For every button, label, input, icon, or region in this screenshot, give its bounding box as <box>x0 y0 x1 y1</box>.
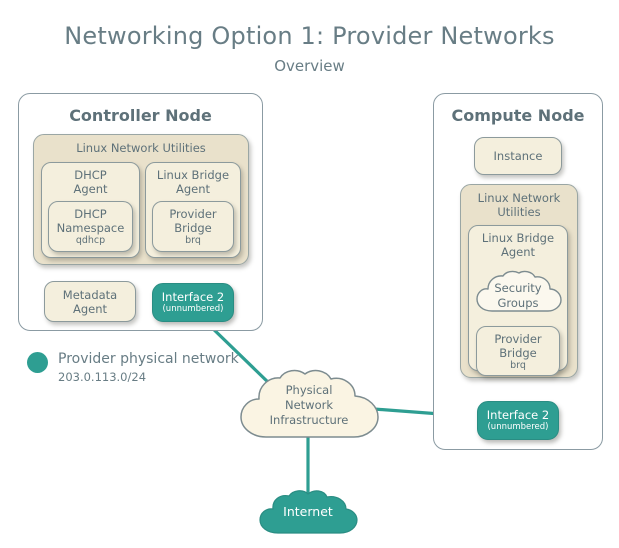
controller-node-title: Controller Node <box>69 106 212 125</box>
legend-network-cidr: 203.0.113.0/24 <box>58 370 147 384</box>
compute-node-title: Compute Node <box>451 106 585 125</box>
dhcp-namespace-sub: qdhcp <box>75 235 106 246</box>
compute-utilities-line1: Linux Network <box>477 191 561 205</box>
compute-interface-2-sub: (unnumbered) <box>487 421 549 432</box>
metadata-agent-line1: Metadata <box>62 287 118 302</box>
dhcp-agent-line1: DHCP <box>74 168 107 182</box>
compute-interface-2: Interface 2 (unnumbered) <box>477 401 559 440</box>
internet-cloud <box>259 490 358 534</box>
compute-interface-2-label: Interface 2 <box>486 407 550 422</box>
controller-utilities-label: Linux Network Utilities <box>76 141 206 155</box>
instance-label: Instance <box>493 149 543 163</box>
dhcp-namespace-line1: DHCP <box>74 207 107 221</box>
compute-utilities-line2: Utilities <box>497 205 541 219</box>
compute-provider-bridge-box: Provider Bridge brq <box>476 326 560 376</box>
compute-bridge-agent-line1: Linux Bridge <box>481 231 555 245</box>
legend-network-name: Provider physical network <box>58 351 239 367</box>
controller-provider-bridge-sub: brq <box>185 235 201 246</box>
controller-interface-2-sub: (unnumbered) <box>162 303 224 314</box>
controller-interface-2-label: Interface 2 <box>161 289 225 304</box>
dhcp-namespace-box: DHCP Namespace qdhcp <box>48 201 133 252</box>
controller-bridge-agent-line2: Agent <box>175 182 211 196</box>
controller-provider-bridge-box: Provider Bridge brq <box>152 201 234 252</box>
compute-provider-bridge-line1: Provider <box>494 332 542 346</box>
legend-color-swatch <box>27 352 48 373</box>
controller-interface-2: Interface 2 (unnumbered) <box>152 283 234 322</box>
security-groups-cloud <box>476 270 562 312</box>
physical-network-cloud <box>240 369 379 438</box>
compute-bridge-agent-line2: Agent <box>500 245 536 259</box>
metadata-agent-line2: Agent <box>72 301 108 316</box>
controller-bridge-agent-line1: Linux Bridge <box>156 168 230 182</box>
controller-provider-bridge-line1: Provider <box>169 207 217 221</box>
compute-provider-bridge-sub: brq <box>510 360 526 371</box>
metadata-agent-box: Metadata Agent <box>44 281 136 322</box>
compute-provider-bridge-line2: Bridge <box>499 346 537 360</box>
dhcp-agent-line2: Agent <box>73 182 108 196</box>
dhcp-namespace-line2: Namespace <box>56 221 125 235</box>
controller-provider-bridge-line2: Bridge <box>174 221 212 235</box>
diagram-canvas: Networking Option 1: Provider Networks O… <box>0 0 619 548</box>
instance-box: Instance <box>474 137 562 175</box>
